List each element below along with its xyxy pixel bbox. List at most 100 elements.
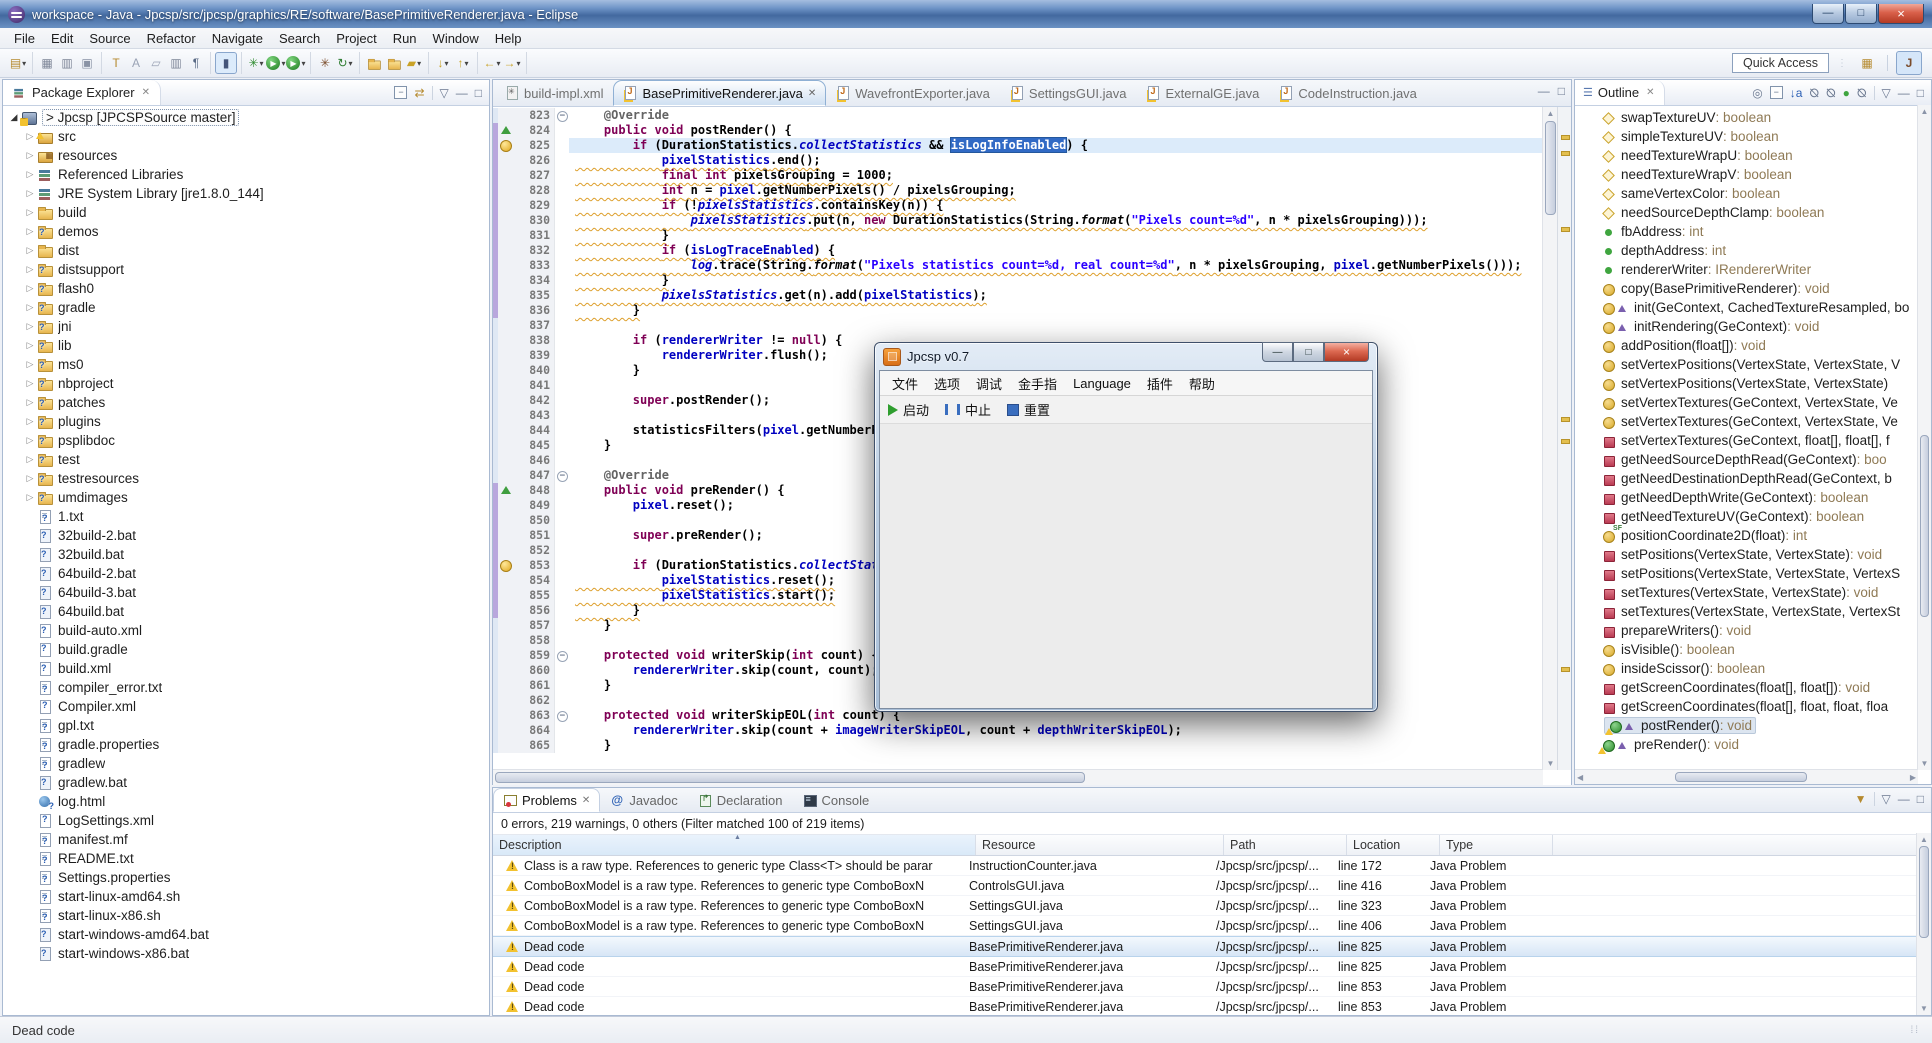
outline-item-rendererwriter[interactable]: rendererWriter : IRendererWriter — [1575, 260, 1931, 279]
link-with-editor-icon[interactable]: ⇄ — [414, 87, 424, 99]
jpcsp-menu-item[interactable]: 文件 — [884, 372, 926, 395]
sort-icon[interactable]: ↓a — [1790, 87, 1803, 99]
tree-item-gpl-txt[interactable]: gpl.txt — [3, 716, 489, 735]
tree-item-flash0[interactable]: ▷flash0 — [3, 279, 489, 298]
editor-tab-wavefrontexporter-java[interactable]: WavefrontExporter.java — [826, 80, 1000, 106]
menu-run[interactable]: Run — [385, 29, 425, 48]
compare-icon[interactable]: ▥ — [166, 53, 186, 73]
jpcsp-title-bar[interactable]: Jpcsp v0.7 — □ × — [879, 343, 1373, 370]
column-header-type[interactable]: Type — [1440, 835, 1553, 855]
expand-arrow-icon[interactable]: ▷ — [23, 264, 37, 275]
outline-item-swaptextureuv[interactable]: swapTextureUV : boolean — [1575, 108, 1931, 127]
tree-item-testresources[interactable]: ▷testresources — [3, 469, 489, 488]
code-text[interactable]: if (!pixelsStatistics.containsKey(n)) { — [569, 198, 1543, 213]
overview-ruler[interactable] — [1557, 107, 1571, 770]
editor-tab-codeinstruction-java[interactable]: CodeInstruction.java — [1269, 80, 1427, 106]
outline-item-postrender-[interactable]: postRender() : void — [1575, 716, 1931, 735]
tree-item-readme-txt[interactable]: README.txt — [3, 849, 489, 868]
problem-row[interactable]: ComboBoxModel is a raw type. References … — [493, 896, 1931, 916]
tree-item-gradle[interactable]: ▷gradle — [3, 298, 489, 317]
menu-window[interactable]: Window — [425, 29, 487, 48]
editor-tab-baseprimitiverenderer-java[interactable]: BasePrimitiveRenderer.java✕ — [613, 80, 826, 106]
menu-refactor[interactable]: Refactor — [139, 29, 204, 48]
tree-item-test[interactable]: ▷test — [3, 450, 489, 469]
tree-item-64build-2-bat[interactable]: 64build-2.bat — [3, 564, 489, 583]
code-line-836[interactable]: 836 } — [493, 303, 1543, 318]
editor-tab-settingsgui-java[interactable]: SettingsGUI.java — [1000, 80, 1137, 106]
menu-file[interactable]: File — [6, 29, 43, 48]
tree-item-64build-3-bat[interactable]: 64build-3.bat — [3, 583, 489, 602]
open-type-icon[interactable]: T — [106, 53, 126, 73]
outline-item-setvertextextures-gecontext-vertexstate-ve[interactable]: setVertexTextures(GeContext, VertexState… — [1575, 393, 1931, 412]
expand-arrow-icon[interactable]: ▷ — [23, 378, 37, 389]
outline-item-setvertextextures-gecontext-float-float-f[interactable]: setVertexTextures(GeContext, float[], fl… — [1575, 431, 1931, 450]
expand-arrow-icon[interactable]: ▷ — [23, 473, 37, 484]
minimize-icon[interactable]: — — [1898, 87, 1910, 99]
code-text[interactable]: } — [569, 738, 1543, 753]
expand-arrow-icon[interactable]: ▷ — [23, 283, 37, 294]
code-line-827[interactable]: 827 final int pixelsGrouping = 1000; — [493, 168, 1543, 183]
outline-vertical-scrollbar[interactable]: ▲ ▼ — [1917, 105, 1931, 770]
code-text[interactable]: } — [569, 303, 1543, 318]
jpcsp-menu-item[interactable]: 插件 — [1139, 372, 1181, 395]
outline-item-settextures-vertexstate-vertexstate-vertexst[interactable]: setTextures(VertexState, VertexState, Ve… — [1575, 602, 1931, 621]
tree-item-settings-properties[interactable]: Settings.properties — [3, 868, 489, 887]
code-text[interactable]: } — [569, 228, 1543, 243]
quick-access-box[interactable]: Quick Access — [1732, 53, 1829, 73]
tree-item-resources[interactable]: ▷resources — [3, 146, 489, 165]
back-icon[interactable]: ←▾ — [482, 53, 502, 73]
problem-row[interactable]: Dead codeBasePrimitiveRenderer.java/Jpcs… — [493, 957, 1931, 977]
annotate-icon[interactable]: ▰▾ — [404, 53, 424, 73]
debug-icon[interactable]: ✳▾ — [246, 53, 266, 73]
column-header-path[interactable]: Path — [1224, 835, 1347, 855]
outline-item-copy-baseprimitiverenderer-[interactable]: copy(BasePrimitiveRenderer) : void — [1575, 279, 1931, 298]
outline-item-samevertexcolor[interactable]: sameVertexColor : boolean — [1575, 184, 1931, 203]
tree-item-gradle-properties[interactable]: gradle.properties — [3, 735, 489, 754]
code-line-829[interactable]: 829 if (!pixelsStatistics.containsKey(n)… — [493, 198, 1543, 213]
jpcsp-maximize-button[interactable]: □ — [1293, 342, 1324, 362]
close-icon[interactable]: ✕ — [1646, 87, 1654, 98]
code-text[interactable]: pixelsStatistics.put(n, new DurationStat… — [569, 213, 1543, 228]
editor-tab-build-impl-xml[interactable]: build-impl.xml — [495, 80, 613, 106]
last-edit-icon[interactable]: ↑▾ — [453, 53, 473, 73]
expand-arrow-icon[interactable]: ▷ — [23, 207, 37, 218]
menu-search[interactable]: Search — [271, 29, 328, 48]
tree-item-compiler-error-txt[interactable]: compiler_error.txt — [3, 678, 489, 697]
code-line-828[interactable]: 828 int n = pixel.getNumberPixels() / pi… — [493, 183, 1543, 198]
code-line-865[interactable]: 865 } — [493, 738, 1543, 753]
fold-collapse-icon[interactable]: − — [557, 651, 568, 662]
tree-item-referenced-libraries[interactable]: ▷Referenced Libraries — [3, 165, 489, 184]
jpcsp-pause-button[interactable]: 中止 — [945, 400, 991, 419]
menu-navigate[interactable]: Navigate — [204, 29, 271, 48]
outline-item-depthaddress[interactable]: depthAddress : int — [1575, 241, 1931, 260]
new-wizard-icon[interactable]: ▤▾ — [8, 53, 28, 73]
problem-row[interactable]: ComboBoxModel is a raw type. References … — [493, 916, 1931, 936]
expand-arrow-icon[interactable]: ▷ — [23, 245, 37, 256]
code-line-824[interactable]: 824 public void postRender() { — [493, 123, 1543, 138]
expand-arrow-icon[interactable]: ▷ — [23, 302, 37, 313]
outline-item-getneeddepthwrite-gecontext-[interactable]: getNeedDepthWrite(GeContext) : boolean — [1575, 488, 1931, 507]
outline-item-init-gecontext-cachedtextureresampled-bo[interactable]: init(GeContext, CachedTextureResampled, … — [1575, 298, 1931, 317]
fold-collapse-icon[interactable]: − — [557, 471, 568, 482]
outline-item-getneeddestinationdepthread-gecontext-b[interactable]: getNeedDestinationDepthRead(GeContext, b — [1575, 469, 1931, 488]
collapse-arrow-icon[interactable]: ◢ — [7, 112, 21, 123]
tree-item-jni[interactable]: ▷jni — [3, 317, 489, 336]
focus-icon[interactable]: ◎ — [1752, 87, 1762, 99]
code-text[interactable]: log.trace(String.format("Pixels statisti… — [569, 258, 1543, 273]
tree-item-ms0[interactable]: ▷ms0 — [3, 355, 489, 374]
tree-item-build-gradle[interactable]: build.gradle — [3, 640, 489, 659]
jpcsp-window[interactable]: Jpcsp v0.7 — □ × 文件选项调试金手指Language插件帮助 启… — [874, 342, 1378, 712]
tree-item-jre-system-library-jre1-8-0-144-[interactable]: ▷JRE System Library [jre1.8.0_144] — [3, 184, 489, 203]
jpcsp-menu-item[interactable]: Language — [1065, 374, 1139, 393]
tree-item-dist[interactable]: ▷dist — [3, 241, 489, 260]
column-header-location[interactable]: Location — [1347, 835, 1440, 855]
bottom-tab-console[interactable]: Console — [793, 788, 880, 812]
outline-item-getscreencoordinates-float-float-[interactable]: getScreenCoordinates(float[], float[]) :… — [1575, 678, 1931, 697]
problem-row[interactable]: ComboBoxModel is a raw type. References … — [493, 876, 1931, 896]
outline-item-insidescissor-[interactable]: insideScissor() : boolean — [1575, 659, 1931, 678]
tree-item-logsettings-xml[interactable]: LogSettings.xml — [3, 811, 489, 830]
open-resource-icon[interactable] — [364, 53, 384, 73]
maximize-icon[interactable]: □ — [1917, 793, 1924, 805]
code-text[interactable]: final int pixelsGrouping = 1000; — [569, 168, 1543, 183]
menu-help[interactable]: Help — [487, 29, 530, 48]
